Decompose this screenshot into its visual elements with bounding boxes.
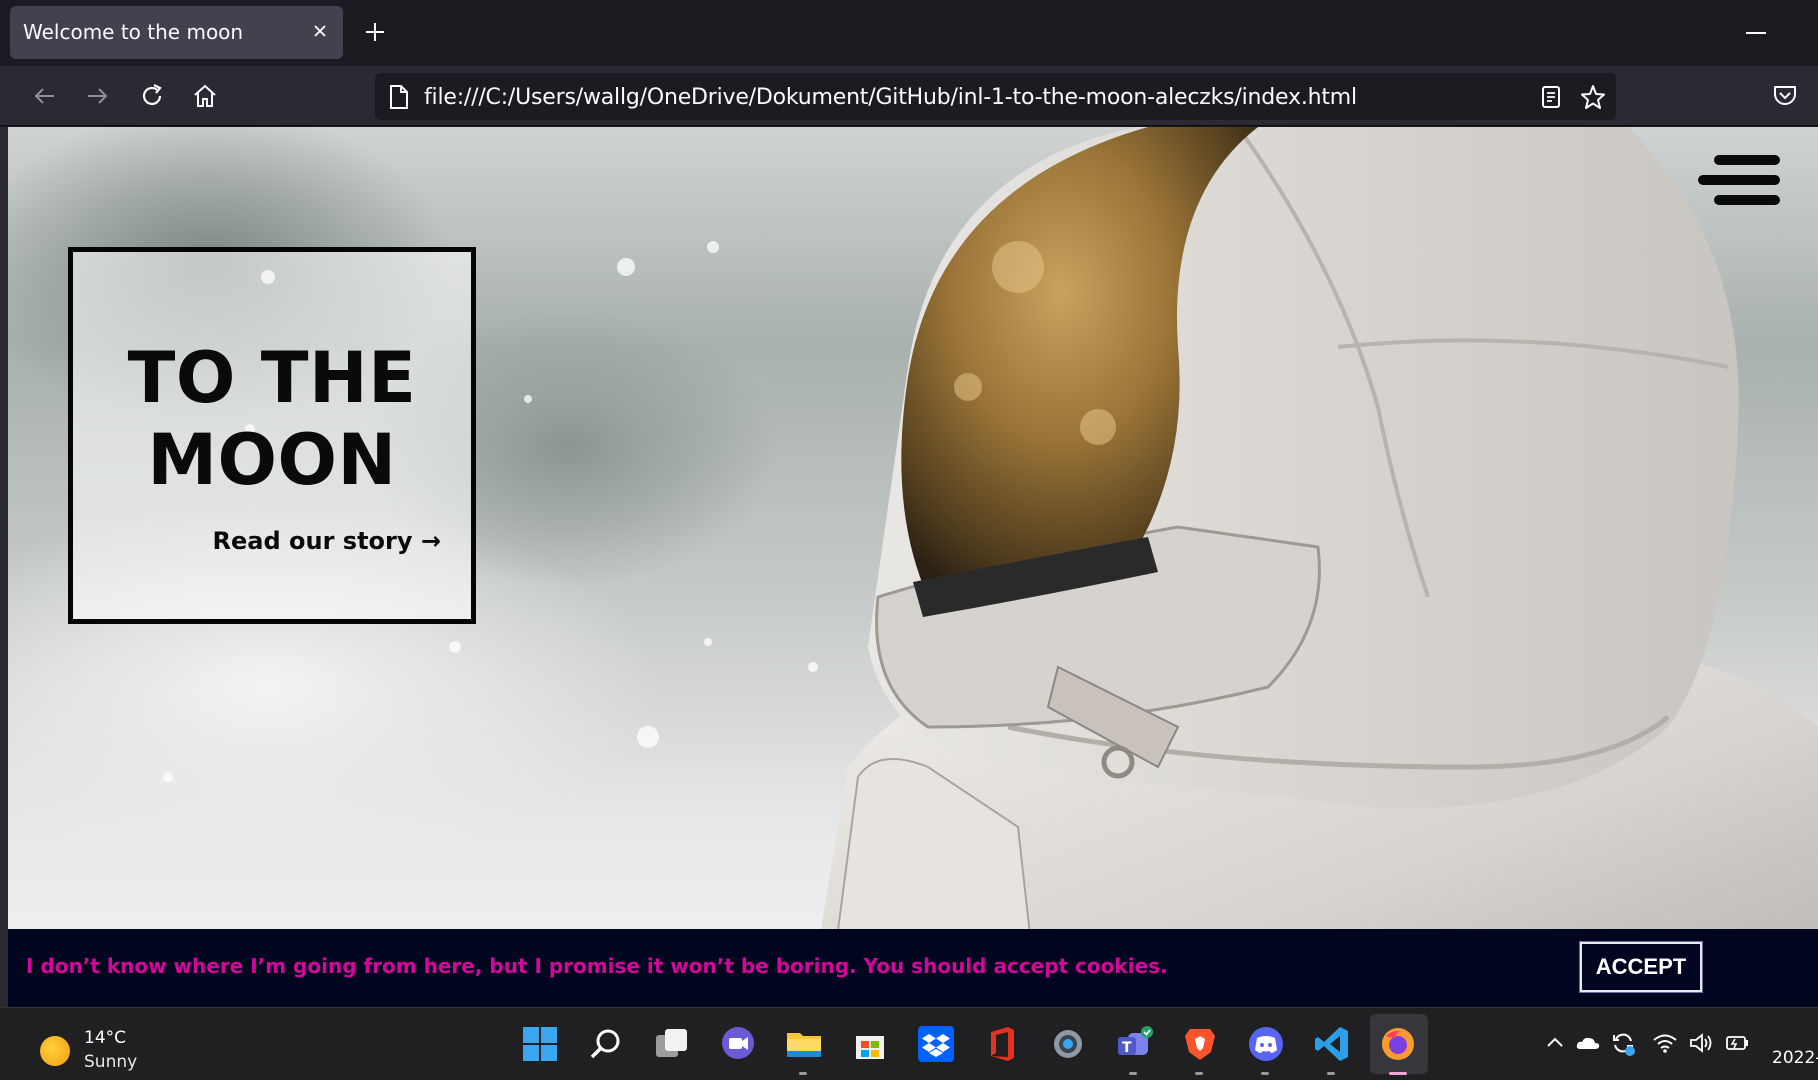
new-tab-icon[interactable] — [361, 18, 389, 46]
window-edge — [0, 127, 8, 1007]
cookie-message: I don’t know where I’m going from here, … — [26, 954, 1168, 978]
weather-condition: Sunny — [84, 1052, 138, 1072]
discord-icon[interactable] — [1246, 1024, 1286, 1064]
vscode-icon[interactable] — [1312, 1024, 1352, 1064]
address-bar[interactable]: file:///C:/Users/wallg/OneDrive/Dokument… — [375, 73, 1616, 120]
running-indicator-active — [1389, 1072, 1407, 1075]
brave-browser-icon[interactable] — [1180, 1024, 1220, 1064]
hero-title-line-1: TO THE — [127, 337, 417, 419]
settings-gear-icon[interactable] — [1048, 1024, 1088, 1064]
running-indicator — [1195, 1072, 1203, 1075]
windows-start-icon[interactable] — [520, 1024, 560, 1064]
pocket-icon[interactable] — [1770, 80, 1800, 110]
battery-icon[interactable] — [1722, 1028, 1752, 1058]
back-icon[interactable] — [28, 80, 60, 112]
reader-view-icon[interactable] — [1538, 83, 1564, 111]
menu-bar-middle — [1698, 175, 1780, 185]
running-indicator — [1327, 1072, 1335, 1075]
menu-bar-top — [1714, 155, 1780, 165]
svg-text:T: T — [1122, 1040, 1132, 1056]
sun-icon — [40, 1036, 70, 1066]
read-our-story-link[interactable]: Read our story → — [73, 527, 441, 555]
navigation-toolbar: file:///C:/Users/wallg/OneDrive/Dokument… — [0, 66, 1818, 126]
page-viewport: TO THE MOON Read our story → I don’t kno… — [8, 127, 1818, 1007]
wifi-icon[interactable] — [1650, 1028, 1680, 1058]
url-text[interactable]: file:///C:/Users/wallg/OneDrive/Dokument… — [424, 85, 1357, 110]
onedrive-cloud-icon[interactable] — [1573, 1028, 1603, 1058]
menu-bar-bottom — [1714, 195, 1780, 205]
running-indicator — [1129, 1072, 1137, 1075]
hero-title-line-2: MOON — [147, 419, 397, 501]
close-tab-icon[interactable] — [307, 18, 333, 44]
hero-card: TO THE MOON Read our story → — [68, 247, 476, 624]
reload-icon[interactable] — [136, 80, 168, 112]
cookie-banner: I don’t know where I’m going from here, … — [8, 929, 1818, 1007]
tab-title: Welcome to the moon — [23, 20, 244, 44]
bookmark-star-icon[interactable] — [1578, 82, 1608, 112]
search-icon[interactable] — [586, 1024, 626, 1064]
chevron-up-icon[interactable] — [1540, 1028, 1570, 1058]
taskbar: 14°C Sunny T 2022- — [0, 1007, 1818, 1080]
weather-temperature: 14°C — [84, 1028, 127, 1048]
volume-icon[interactable] — [1686, 1028, 1716, 1058]
meet-now-icon[interactable] — [718, 1024, 758, 1064]
hamburger-menu-icon[interactable] — [1698, 155, 1782, 205]
sync-icon[interactable] — [1608, 1028, 1638, 1058]
forward-icon[interactable] — [82, 80, 114, 112]
teams-icon[interactable]: T — [1114, 1024, 1154, 1064]
home-icon[interactable] — [189, 80, 221, 112]
page-icon — [390, 85, 408, 109]
clock-date[interactable]: 2022- — [1772, 1048, 1818, 1068]
microsoft-store-icon[interactable] — [850, 1024, 890, 1064]
tab-strip: Welcome to the moon — [0, 0, 1818, 66]
minimize-window-icon[interactable] — [1746, 32, 1766, 34]
running-indicator — [799, 1072, 807, 1075]
weather-widget[interactable]: 14°C Sunny — [38, 1022, 158, 1072]
accept-cookies-button[interactable]: ACCEPT — [1579, 941, 1703, 993]
office-icon[interactable] — [982, 1024, 1022, 1064]
hero-title: TO THE MOON — [73, 337, 471, 501]
browser-tab[interactable]: Welcome to the moon — [10, 6, 343, 59]
file-explorer-icon[interactable] — [784, 1024, 824, 1064]
running-indicator — [1261, 1072, 1269, 1075]
dropbox-icon[interactable] — [916, 1024, 956, 1064]
task-view-icon[interactable] — [652, 1024, 692, 1064]
firefox-icon[interactable] — [1378, 1024, 1418, 1064]
